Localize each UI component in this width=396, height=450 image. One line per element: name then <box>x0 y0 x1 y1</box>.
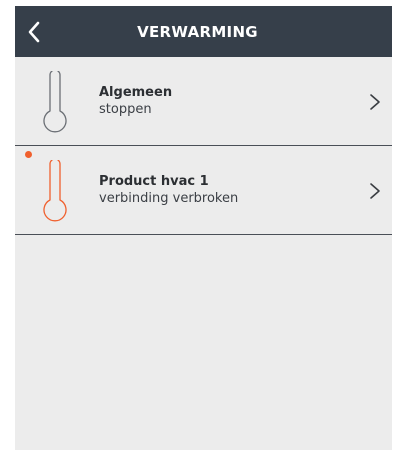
alert-dot <box>25 151 32 158</box>
item-status: stoppen <box>99 102 152 117</box>
page-title: VERWARMING <box>137 22 258 41</box>
chevron-right-icon <box>370 94 380 110</box>
list-item-product-hvac-1[interactable]: Product hvac 1 verbinding verbroken <box>15 146 392 235</box>
chevron-left-icon <box>28 21 40 42</box>
header-bar: VERWARMING <box>15 6 392 57</box>
thermometer-icon <box>43 160 67 222</box>
item-texts: Product hvac 1 verbinding verbroken <box>99 173 238 207</box>
app-panel: VERWARMING Algemeen stoppen Product hvac… <box>15 6 392 450</box>
item-texts: Algemeen stoppen <box>99 84 172 118</box>
item-status: verbinding verbroken <box>99 191 239 206</box>
list-item-algemeen[interactable]: Algemeen stoppen <box>15 57 392 146</box>
thermometer-icon <box>43 71 67 133</box>
chevron-right-icon <box>370 183 380 199</box>
item-name: Product hvac 1 <box>99 174 209 189</box>
item-name: Algemeen <box>99 85 173 100</box>
back-button[interactable] <box>27 6 57 57</box>
